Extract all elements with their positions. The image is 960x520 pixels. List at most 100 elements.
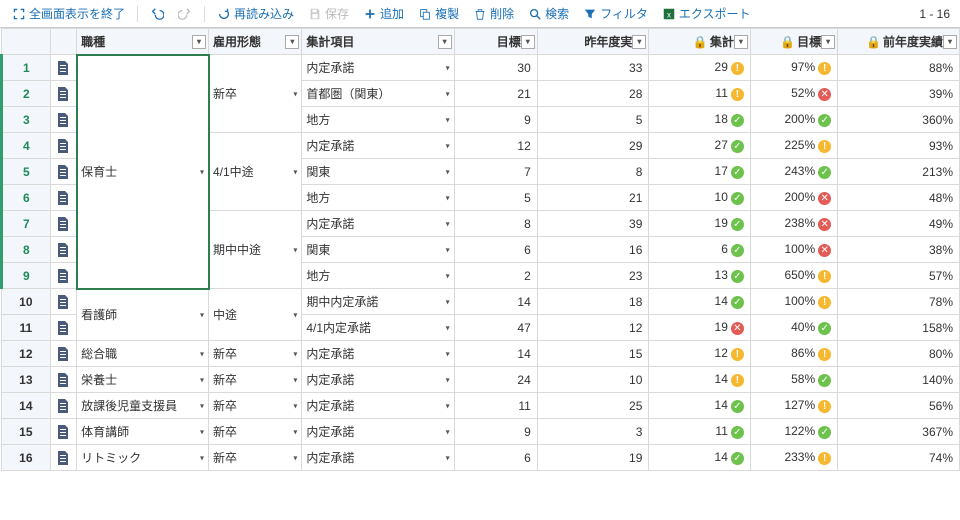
col-emp[interactable]: 雇用形態▾ bbox=[209, 29, 302, 55]
filter-prev-icon[interactable]: ▾ bbox=[632, 35, 646, 49]
col-agg[interactable]: 🔒集計値▾ bbox=[649, 29, 750, 55]
item-cell[interactable]: 内定承諾 bbox=[302, 367, 454, 393]
c4-cell[interactable]: 25 bbox=[537, 393, 649, 419]
filter-job-icon[interactable]: ▾ bbox=[192, 35, 206, 49]
emp-cell[interactable]: 期中中途 bbox=[209, 211, 302, 289]
c4-cell[interactable]: 29 bbox=[537, 133, 649, 159]
table-row[interactable]: 1保育士新卒内定承諾30332997%88% bbox=[2, 55, 960, 81]
job-cell[interactable]: 体育講師 bbox=[77, 419, 209, 445]
table-row[interactable]: 14放課後児童支援員新卒内定承諾112514127%56% bbox=[2, 393, 960, 419]
c4-cell[interactable]: 21 bbox=[537, 185, 649, 211]
row-number[interactable]: 10 bbox=[2, 289, 51, 315]
emp-cell[interactable]: 新卒 bbox=[209, 419, 302, 445]
c3-cell[interactable]: 21 bbox=[454, 81, 537, 107]
row-number[interactable]: 11 bbox=[2, 315, 51, 341]
document-icon[interactable] bbox=[50, 55, 76, 81]
row-number[interactable]: 14 bbox=[2, 393, 51, 419]
emp-cell[interactable]: 4/1中途 bbox=[209, 133, 302, 211]
c4-cell[interactable]: 15 bbox=[537, 341, 649, 367]
document-icon[interactable] bbox=[50, 81, 76, 107]
job-cell[interactable]: 放課後児童支援員 bbox=[77, 393, 209, 419]
document-icon[interactable] bbox=[50, 133, 76, 159]
row-number[interactable]: 2 bbox=[2, 81, 51, 107]
item-cell[interactable]: 関東 bbox=[302, 159, 454, 185]
exit-fullscreen-button[interactable]: 全画面表示を終了 bbox=[6, 3, 131, 24]
document-icon[interactable] bbox=[50, 315, 76, 341]
c3-cell[interactable]: 12 bbox=[454, 133, 537, 159]
table-row[interactable]: 15体育講師新卒内定承諾9311122%367% bbox=[2, 419, 960, 445]
delete-button[interactable]: 削除 bbox=[467, 3, 520, 24]
c3-cell[interactable]: 2 bbox=[454, 263, 537, 289]
col-target[interactable]: 目標値▾ bbox=[454, 29, 537, 55]
emp-cell[interactable]: 新卒 bbox=[209, 393, 302, 419]
c3-cell[interactable]: 6 bbox=[454, 237, 537, 263]
c4-cell[interactable]: 12 bbox=[537, 315, 649, 341]
job-cell[interactable]: 保育士 bbox=[77, 55, 209, 289]
item-cell[interactable]: 4/1内定承諾 bbox=[302, 315, 454, 341]
emp-cell[interactable]: 新卒 bbox=[209, 55, 302, 133]
c3-cell[interactable]: 8 bbox=[454, 211, 537, 237]
document-icon[interactable] bbox=[50, 289, 76, 315]
col-item[interactable]: 集計項目▾ bbox=[302, 29, 454, 55]
item-cell[interactable]: 内定承諾 bbox=[302, 419, 454, 445]
c3-cell[interactable]: 14 bbox=[454, 341, 537, 367]
document-icon[interactable] bbox=[50, 419, 76, 445]
row-number[interactable]: 15 bbox=[2, 419, 51, 445]
document-icon[interactable] bbox=[50, 237, 76, 263]
emp-cell[interactable]: 中途 bbox=[209, 289, 302, 341]
c3-cell[interactable]: 9 bbox=[454, 419, 537, 445]
c4-cell[interactable]: 18 bbox=[537, 289, 649, 315]
filter-item-icon[interactable]: ▾ bbox=[438, 35, 452, 49]
document-icon[interactable] bbox=[50, 159, 76, 185]
document-icon[interactable] bbox=[50, 341, 76, 367]
item-cell[interactable]: 地方 bbox=[302, 263, 454, 289]
item-cell[interactable]: 期中内定承諾 bbox=[302, 289, 454, 315]
c4-cell[interactable]: 10 bbox=[537, 367, 649, 393]
table-row[interactable]: 13栄養士新卒内定承諾24101458%140% bbox=[2, 367, 960, 393]
row-number[interactable]: 8 bbox=[2, 237, 51, 263]
c4-cell[interactable]: 16 bbox=[537, 237, 649, 263]
table-row[interactable]: 10看護師中途期中内定承諾141814100%78% bbox=[2, 289, 960, 315]
col-prevr[interactable]: 🔒前年度実績比▾ bbox=[838, 29, 960, 55]
item-cell[interactable]: 地方 bbox=[302, 107, 454, 133]
row-number[interactable]: 4 bbox=[2, 133, 51, 159]
job-cell[interactable]: 栄養士 bbox=[77, 367, 209, 393]
emp-cell[interactable]: 新卒 bbox=[209, 445, 302, 471]
row-number[interactable]: 16 bbox=[2, 445, 51, 471]
c4-cell[interactable]: 5 bbox=[537, 107, 649, 133]
c3-cell[interactable]: 6 bbox=[454, 445, 537, 471]
job-cell[interactable]: 看護師 bbox=[77, 289, 209, 341]
redo-button[interactable] bbox=[172, 5, 198, 23]
filter-button[interactable]: フィルタ bbox=[577, 3, 654, 24]
c3-cell[interactable]: 5 bbox=[454, 185, 537, 211]
row-number[interactable]: 3 bbox=[2, 107, 51, 133]
data-grid[interactable]: 職種▾ 雇用形態▾ 集計項目▾ 目標値▾ 昨年度実績▾ 🔒集計値▾ 🔒目標比▾ … bbox=[0, 28, 960, 520]
table-row[interactable]: 16リトミック新卒内定承諾61914233%74% bbox=[2, 445, 960, 471]
row-number[interactable]: 5 bbox=[2, 159, 51, 185]
c4-cell[interactable]: 8 bbox=[537, 159, 649, 185]
col-prev[interactable]: 昨年度実績▾ bbox=[537, 29, 649, 55]
c3-cell[interactable]: 11 bbox=[454, 393, 537, 419]
filter-target-icon[interactable]: ▾ bbox=[521, 35, 535, 49]
emp-cell[interactable]: 新卒 bbox=[209, 341, 302, 367]
table-row[interactable]: 12総合職新卒内定承諾14151286%80% bbox=[2, 341, 960, 367]
job-cell[interactable]: 総合職 bbox=[77, 341, 209, 367]
item-cell[interactable]: 首都圏（関東） bbox=[302, 81, 454, 107]
document-icon[interactable] bbox=[50, 445, 76, 471]
c4-cell[interactable]: 33 bbox=[537, 55, 649, 81]
document-icon[interactable] bbox=[50, 263, 76, 289]
document-icon[interactable] bbox=[50, 107, 76, 133]
document-icon[interactable] bbox=[50, 367, 76, 393]
row-number[interactable]: 13 bbox=[2, 367, 51, 393]
copy-button[interactable]: 複製 bbox=[412, 3, 465, 24]
item-cell[interactable]: 内定承諾 bbox=[302, 393, 454, 419]
row-number[interactable]: 12 bbox=[2, 341, 51, 367]
c4-cell[interactable]: 19 bbox=[537, 445, 649, 471]
c3-cell[interactable]: 24 bbox=[454, 367, 537, 393]
filter-prevr-icon[interactable]: ▾ bbox=[943, 35, 957, 49]
item-cell[interactable]: 内定承諾 bbox=[302, 55, 454, 81]
add-button[interactable]: 追加 bbox=[357, 3, 410, 24]
document-icon[interactable] bbox=[50, 393, 76, 419]
item-cell[interactable]: 内定承諾 bbox=[302, 133, 454, 159]
document-icon[interactable] bbox=[50, 211, 76, 237]
